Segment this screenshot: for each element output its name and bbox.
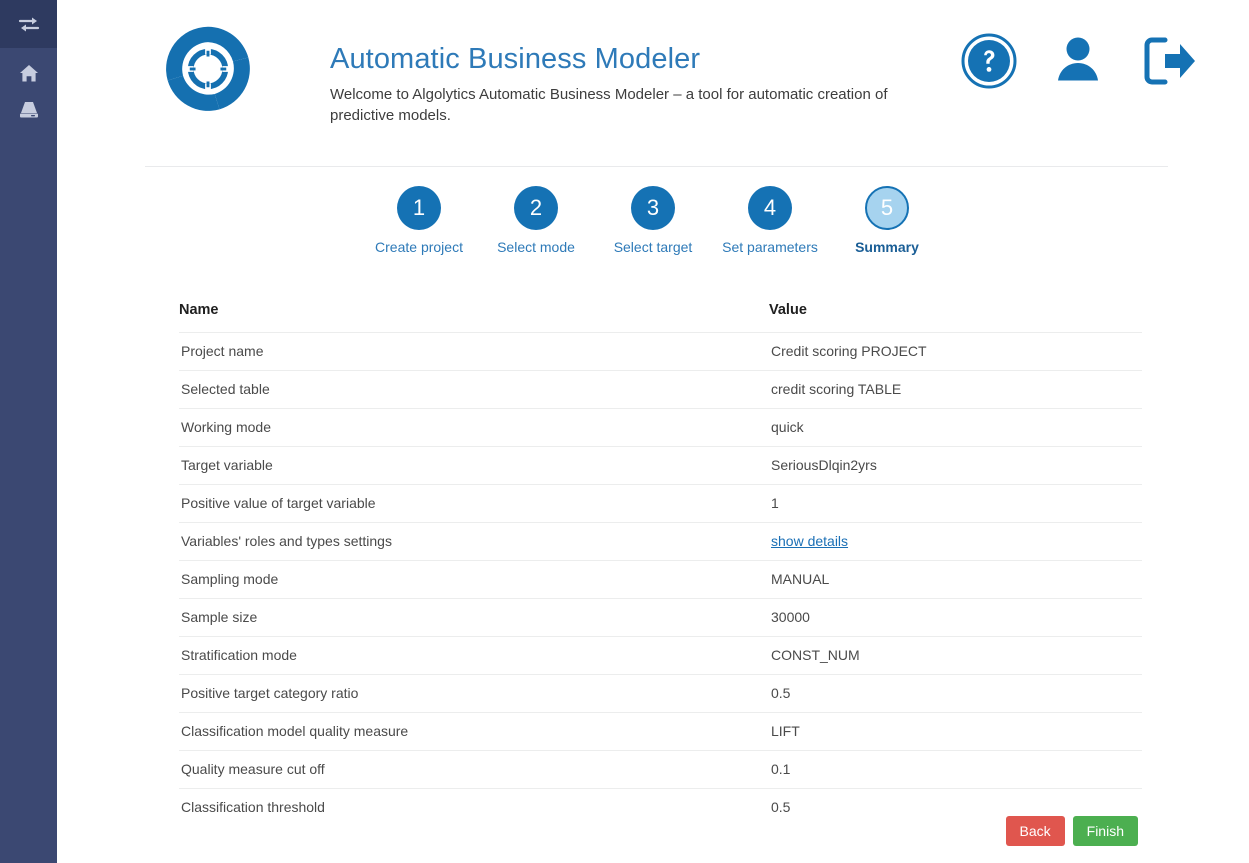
row-value-cell: MANUAL xyxy=(769,561,1142,599)
stepper-step-label: Set parameters xyxy=(722,239,818,256)
stepper-step-label: Create project xyxy=(375,239,463,256)
user-account-button[interactable] xyxy=(1049,32,1107,95)
stepper-step-label: Select mode xyxy=(497,239,575,256)
stepper-step-label: Select target xyxy=(614,239,693,256)
logout-icon xyxy=(1139,32,1197,90)
row-name-cell: Quality measure cut off xyxy=(179,751,769,789)
table-row: Stratification modeCONST_NUM xyxy=(179,637,1142,675)
stepper-step-number: 5 xyxy=(865,186,909,230)
row-name-cell: Positive value of target variable xyxy=(179,485,769,523)
table-row: Positive value of target variable1 xyxy=(179,485,1142,523)
row-name-cell: Classification threshold xyxy=(179,789,769,827)
page-title: Automatic Business Modeler xyxy=(330,40,900,78)
title-block: Automatic Business Modeler Welcome to Al… xyxy=(330,40,900,126)
user-icon xyxy=(1049,32,1107,90)
toggle-sidebar-button[interactable] xyxy=(0,11,57,37)
row-value-cell: credit scoring TABLE xyxy=(769,371,1142,409)
stepper-step-number: 1 xyxy=(397,186,441,230)
row-value-cell: 30000 xyxy=(769,599,1142,637)
row-name-cell: Sampling mode xyxy=(179,561,769,599)
row-value-cell: LIFT xyxy=(769,713,1142,751)
table-row: Working modequick xyxy=(179,409,1142,447)
stepper-step-number: 3 xyxy=(631,186,675,230)
stepper-step-5[interactable]: 5 Summary xyxy=(829,186,946,256)
stepper-step-4[interactable]: 4 Set parameters xyxy=(712,186,829,256)
row-name-cell: Classification model quality measure xyxy=(179,713,769,751)
table-body: Project nameCredit scoring PROJECTSelect… xyxy=(179,333,1142,827)
stepper-step-2[interactable]: 2 Select mode xyxy=(478,186,595,256)
page-header: Automatic Business Modeler Welcome to Al… xyxy=(57,0,1249,167)
stepper-step-3[interactable]: 3 Select target xyxy=(595,186,712,256)
table-row: Project nameCredit scoring PROJECT xyxy=(179,333,1142,371)
finish-button[interactable]: Finish xyxy=(1073,816,1138,846)
stepper-step-number: 2 xyxy=(514,186,558,230)
table-row: Classification model quality measureLIFT xyxy=(179,713,1142,751)
summary-table-container: Name Value Project nameCredit scoring PR… xyxy=(57,296,1249,826)
footer-actions: Back Finish xyxy=(1006,816,1138,846)
table-row: Selected tablecredit scoring TABLE xyxy=(179,371,1142,409)
row-name-cell: Variables' roles and types settings xyxy=(179,523,769,561)
sidebar xyxy=(0,0,57,863)
stepper-step-number: 4 xyxy=(748,186,792,230)
stepper-step-1[interactable]: 1 Create project xyxy=(361,186,478,256)
table-row: Positive target category ratio0.5 xyxy=(179,675,1142,713)
back-button[interactable]: Back xyxy=(1006,816,1065,846)
home-icon xyxy=(19,64,39,83)
sidebar-item-data-sources[interactable] xyxy=(0,96,57,122)
summary-table: Name Value Project nameCredit scoring PR… xyxy=(179,296,1142,826)
column-header-name: Name xyxy=(179,296,769,333)
row-value-cell: show details xyxy=(769,523,1142,561)
page-subtitle: Welcome to Algolytics Automatic Business… xyxy=(330,84,890,126)
table-row: Sampling modeMANUAL xyxy=(179,561,1142,599)
table-header-row: Name Value xyxy=(179,296,1142,333)
row-value-cell: Credit scoring PROJECT xyxy=(769,333,1142,371)
row-name-cell: Sample size xyxy=(179,599,769,637)
question-circle-icon xyxy=(961,33,1017,89)
logout-button[interactable] xyxy=(1139,32,1197,95)
exchange-arrows-icon xyxy=(18,14,40,34)
database-icon xyxy=(19,100,39,119)
table-row: Sample size30000 xyxy=(179,599,1142,637)
header-divider xyxy=(145,166,1168,167)
algolytics-circular-logo-icon xyxy=(160,21,256,117)
stepper-step-label: Summary xyxy=(855,239,919,256)
table-row: Variables' roles and types settingsshow … xyxy=(179,523,1142,561)
column-header-value: Value xyxy=(769,296,1142,333)
show-details-link[interactable]: show details xyxy=(771,533,848,549)
row-name-cell: Selected table xyxy=(179,371,769,409)
row-value-cell: CONST_NUM xyxy=(769,637,1142,675)
row-name-cell: Target variable xyxy=(179,447,769,485)
sidebar-item-home[interactable] xyxy=(0,60,57,86)
table-row: Target variableSeriousDlqin2yrs xyxy=(179,447,1142,485)
row-value-cell: 0.5 xyxy=(769,675,1142,713)
row-value-cell: SeriousDlqin2yrs xyxy=(769,447,1142,485)
row-name-cell: Project name xyxy=(179,333,769,371)
help-button[interactable] xyxy=(961,33,1017,94)
row-name-cell: Working mode xyxy=(179,409,769,447)
table-row: Classification threshold0.5 xyxy=(179,789,1142,827)
app-root: Automatic Business Modeler Welcome to Al… xyxy=(0,0,1249,863)
table-row: Quality measure cut off0.1 xyxy=(179,751,1142,789)
wizard-stepper: 1 Create project 2 Select mode 3 Select targe… xyxy=(57,186,1249,256)
row-name-cell: Stratification mode xyxy=(179,637,769,675)
row-name-cell: Positive target category ratio xyxy=(179,675,769,713)
row-value-cell: 0.1 xyxy=(769,751,1142,789)
header-actions xyxy=(961,32,1197,95)
row-value-cell: quick xyxy=(769,409,1142,447)
row-value-cell: 1 xyxy=(769,485,1142,523)
